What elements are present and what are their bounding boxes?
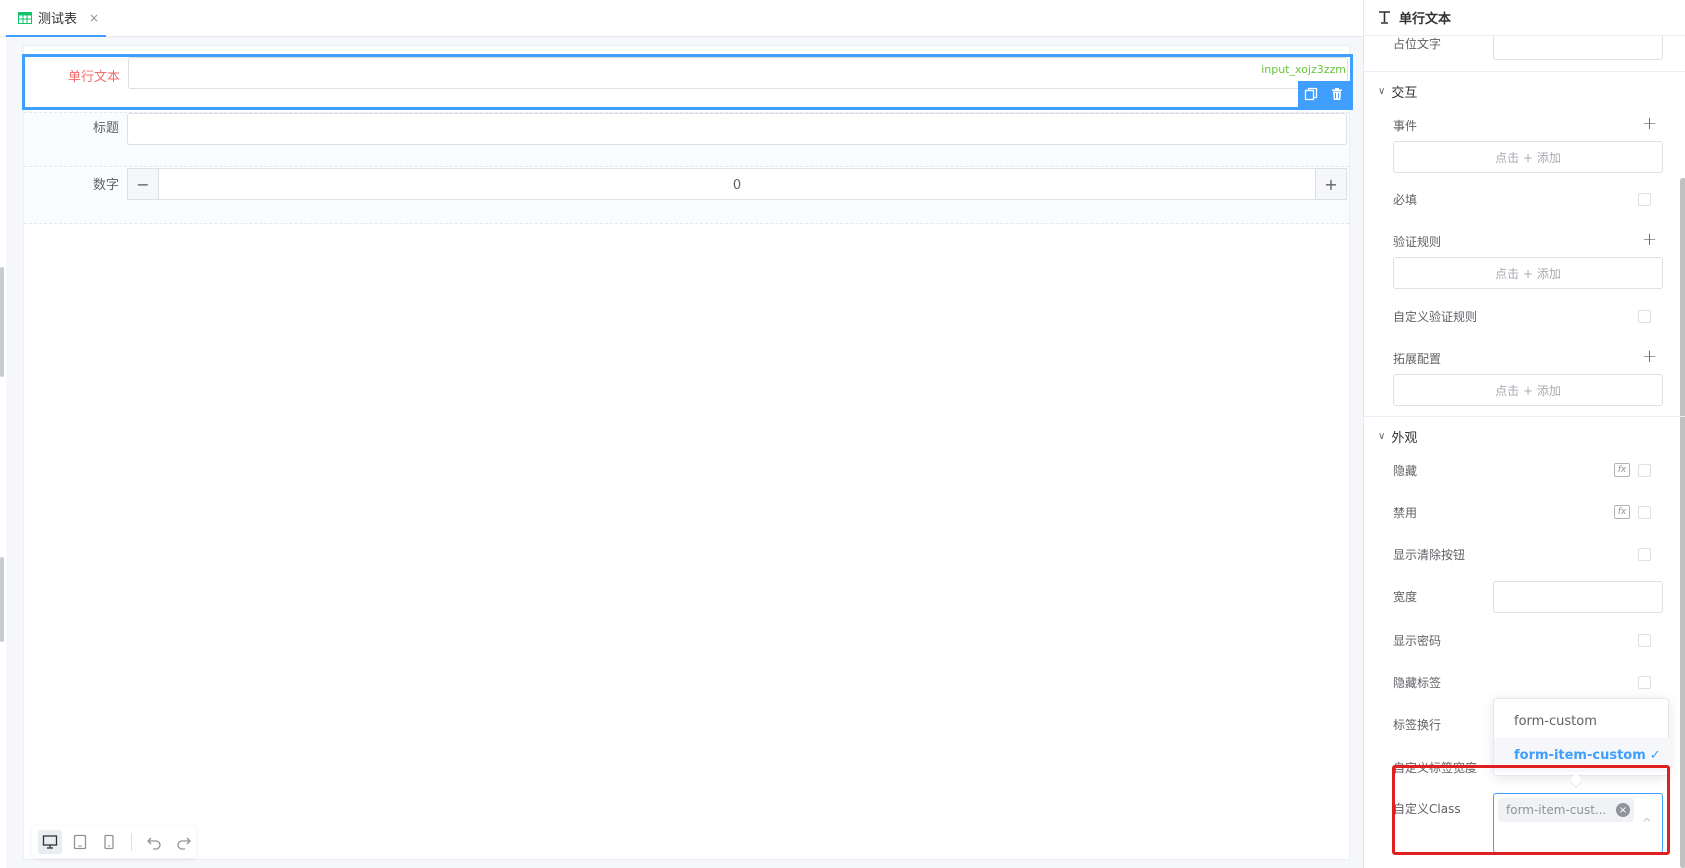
hide-label-label: 隐藏标签 <box>1393 676 1442 690</box>
chevron-down-icon: ∨ <box>1378 86 1386 97</box>
redo-icon <box>177 837 191 850</box>
desktop-icon <box>42 835 58 849</box>
tab-bar: 测试表 × <box>0 0 1363 37</box>
field-label: 数字 <box>92 178 119 193</box>
formula-icon[interactable]: fx <box>1614 463 1630 477</box>
section-divider <box>1363 416 1685 417</box>
text-type-icon <box>1379 11 1390 24</box>
required-checkbox[interactable] <box>1638 193 1651 206</box>
tablet-icon <box>73 834 86 850</box>
ext-config-label: 拓展配置 <box>1393 352 1442 366</box>
toolbar-divider <box>131 833 133 851</box>
form-item-title[interactable]: 标题 <box>24 112 1349 167</box>
option-label: form-item-custom <box>1514 747 1646 763</box>
hidden-label: 隐藏 <box>1393 464 1418 478</box>
tablet-view-button[interactable] <box>68 830 92 854</box>
panel-header: 单行文本 <box>1364 0 1685 36</box>
event-label: 事件 <box>1393 119 1418 133</box>
panel-title: 单行文本 <box>1399 12 1452 27</box>
section-title: 外观 <box>1391 431 1418 446</box>
formula-icon[interactable]: fx <box>1614 505 1630 519</box>
decrement-button[interactable]: − <box>127 168 159 200</box>
show-clear-label: 显示清除按钮 <box>1393 548 1466 562</box>
panel-scrollbar[interactable] <box>1680 178 1685 868</box>
section-appearance[interactable]: ∨ 外观 <box>1378 427 1417 446</box>
number-stepper[interactable]: − 0 + <box>127 168 1347 200</box>
add-event-icon[interactable]: + <box>1642 115 1657 133</box>
custom-validation-checkbox[interactable] <box>1638 310 1651 323</box>
tab-label: 测试表 <box>38 12 78 27</box>
number-value[interactable]: 0 <box>160 169 1314 201</box>
title-input[interactable] <box>127 113 1347 145</box>
tab-test-table[interactable]: 测试表 × <box>6 0 106 37</box>
increment-button[interactable]: + <box>1315 168 1347 200</box>
form-item-single-line-text[interactable]: 单行文本 input_xojz3zzm <box>22 54 1353 110</box>
add-config-icon[interactable]: + <box>1642 348 1657 366</box>
item-tools <box>1298 81 1350 107</box>
undo-button[interactable] <box>142 830 166 854</box>
show-clear-checkbox[interactable] <box>1638 548 1651 561</box>
form-canvas: 单行文本 input_xojz3zzm 标题 数字 − 0 + <box>22 45 1353 860</box>
hidden-checkbox[interactable] <box>1638 464 1651 477</box>
placeholder-label: 占位文字 <box>1393 37 1442 51</box>
dropdown-option[interactable]: form-custom <box>1494 704 1670 738</box>
single-line-text-input[interactable] <box>128 57 1348 89</box>
field-id: input_xojz3zzm <box>1261 63 1346 76</box>
section-divider <box>1363 71 1685 72</box>
canvas-toolbar <box>32 826 196 858</box>
required-label: 必填 <box>1393 193 1418 207</box>
hide-label-checkbox[interactable] <box>1638 676 1651 689</box>
mobile-view-button[interactable] <box>98 830 122 854</box>
form-canvas-area: 单行文本 input_xojz3zzm 标题 数字 − 0 + <box>6 37 1363 868</box>
copy-icon[interactable] <box>1304 87 1318 101</box>
table-icon <box>18 11 32 24</box>
left-scroll-handle[interactable] <box>0 557 4 642</box>
show-password-label: 显示密码 <box>1393 634 1442 648</box>
check-icon: ✓ <box>1649 747 1661 763</box>
field-label: 标题 <box>92 121 119 136</box>
add-rule-icon[interactable]: + <box>1642 231 1657 249</box>
undo-icon <box>147 837 161 850</box>
left-scroll-handle[interactable] <box>0 267 4 377</box>
add-rule-button[interactable]: 点击 + 添加 <box>1393 257 1663 289</box>
label-wrap-label: 标签换行 <box>1393 718 1442 732</box>
chevron-down-icon: ∨ <box>1378 431 1386 442</box>
redo-button[interactable] <box>172 830 196 854</box>
add-event-button[interactable]: 点击 + 添加 <box>1393 141 1663 173</box>
custom-validation-label: 自定义验证规则 <box>1393 310 1478 324</box>
delete-icon[interactable] <box>1330 87 1344 101</box>
width-input[interactable] <box>1493 581 1663 613</box>
width-label: 宽度 <box>1393 590 1418 604</box>
panel-scroll-thumb[interactable] <box>1680 178 1685 868</box>
field-label: 单行文本 <box>67 70 120 85</box>
highlight-annotation <box>1392 765 1670 855</box>
show-password-checkbox[interactable] <box>1638 634 1651 647</box>
section-title: 交互 <box>1391 86 1418 101</box>
mobile-icon <box>104 834 115 850</box>
disabled-checkbox[interactable] <box>1638 506 1651 519</box>
section-interaction[interactable]: ∨ 交互 <box>1378 82 1417 101</box>
form-item-number[interactable]: 数字 − 0 + <box>24 168 1349 224</box>
add-config-button[interactable]: 点击 + 添加 <box>1393 374 1663 406</box>
disabled-label: 禁用 <box>1393 506 1418 520</box>
close-icon[interactable]: × <box>89 11 99 25</box>
desktop-view-button[interactable] <box>38 830 62 854</box>
validation-rules-label: 验证规则 <box>1393 235 1442 249</box>
